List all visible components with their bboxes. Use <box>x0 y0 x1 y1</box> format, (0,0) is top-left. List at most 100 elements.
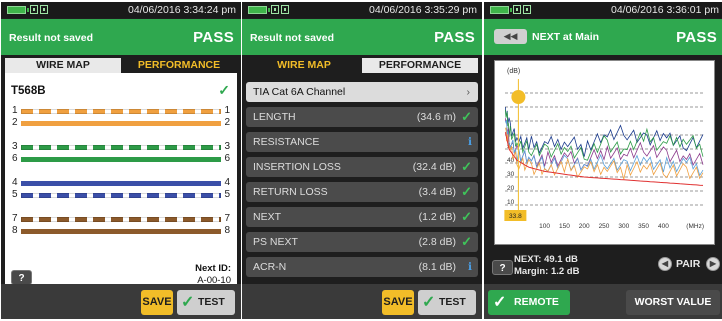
tab-performance[interactable]: PERFORMANCE <box>362 58 478 73</box>
pin-number-right: 6 <box>224 153 230 164</box>
pair-control: ◀ PAIR ▶ <box>658 257 720 273</box>
help-button[interactable]: ? <box>492 260 513 275</box>
next-label: NEXT: <box>514 254 542 265</box>
wire-line <box>21 229 221 234</box>
result-header: Result not saved PASS <box>1 19 241 55</box>
result-header: Result not saved PASS <box>242 19 482 55</box>
battery-icon <box>248 6 270 14</box>
pin-number-left: 8 <box>12 225 18 236</box>
y-tick-label: 10 <box>507 199 515 206</box>
result-row[interactable]: NEXT (1.2 dB) ✓ <box>246 207 478 227</box>
result-value: (3.4 dB) <box>418 186 456 198</box>
result-row[interactable]: INSERTION LOSS (32.4 dB) ✓ <box>246 157 478 177</box>
chevron-right-icon: › <box>466 86 471 98</box>
test-button[interactable]: ✓ TEST <box>177 290 235 315</box>
worst-value-button[interactable]: WORST VALUE <box>626 290 720 315</box>
network-icon <box>40 5 48 14</box>
tab-wire-map[interactable]: WIRE MAP <box>246 58 362 73</box>
back-button[interactable]: ◀◀ <box>494 29 527 44</box>
y-tick-label: 30 <box>507 171 515 178</box>
result-label: LENGTH <box>253 111 296 123</box>
status-bar: 04/06/2016 3:34:24 pm <box>1 2 241 18</box>
tab-performance[interactable]: PERFORMANCE <box>121 58 237 73</box>
pin-number-left: 7 <box>12 213 18 224</box>
wire-pair-row: 33 <box>5 141 237 152</box>
pin-number-right: 3 <box>224 141 230 152</box>
pair-next-button[interactable]: ▶ <box>706 257 720 271</box>
result-label: ACR-N <box>253 261 287 273</box>
result-row[interactable]: RETURN LOSS (3.4 dB) ✓ <box>246 182 478 202</box>
result-value: (2.8 dB) <box>418 236 456 248</box>
next-graph-screen: 04/06/2016 3:36:01 pm PASS ◀◀ NEXT at Ma… <box>484 2 722 319</box>
battery-icon <box>7 6 29 14</box>
wire-line <box>21 217 221 222</box>
check-icon: ✓ <box>461 184 472 199</box>
x-tick-label: 400 <box>658 223 669 230</box>
next-value: 49.1 dB <box>544 254 578 265</box>
result-row[interactable]: PS NEXT (2.8 dB) ✓ <box>246 232 478 252</box>
wire-line <box>21 181 221 186</box>
remote-button[interactable]: ✓ REMOTE <box>488 290 570 315</box>
check-icon: ✓ <box>218 82 230 98</box>
wire-pair-row: 22 <box>5 117 237 128</box>
result-label: NEXT <box>253 211 282 223</box>
pair-previous-button[interactable]: ◀ <box>658 257 672 271</box>
status-bar: 04/06/2016 3:36:01 pm <box>484 2 722 18</box>
result-label: PS NEXT <box>253 236 298 248</box>
wire-pair-row: 44 <box>5 177 237 188</box>
bottom-toolbar: SAVE ✓ TEST <box>1 284 241 319</box>
wire-pair-row: 77 <box>5 213 237 224</box>
pin-number-right: 5 <box>224 189 230 200</box>
network-icon <box>513 5 521 14</box>
help-button[interactable]: ? <box>11 270 32 285</box>
x-tick-label: 350 <box>638 223 649 230</box>
wiring-standard: T568B <box>11 85 46 97</box>
result-pass: PASS <box>434 29 475 46</box>
tab-wire-map[interactable]: WIRE MAP <box>5 58 121 73</box>
result-value: (32.4 dB) <box>412 161 456 173</box>
x-axis-label: (MHz) <box>686 223 704 230</box>
network-icon <box>271 5 279 14</box>
x-tick-label: 100 <box>539 223 550 230</box>
result-label: INSERTION LOSS <box>253 161 341 173</box>
wire-line <box>21 157 221 162</box>
result-row[interactable]: LENGTH (34.6 m) ✓ <box>246 107 478 127</box>
limit-selector[interactable]: TIA Cat 6A Channel › <box>246 82 478 102</box>
wire-pair-row: 88 <box>5 225 237 236</box>
pin-number-left: 3 <box>12 141 18 152</box>
result-label: RETURN LOSS <box>253 186 328 198</box>
wiremap-screen: 04/06/2016 3:34:24 pm Result not saved P… <box>1 2 241 319</box>
result-row[interactable]: RESISTANCE i <box>246 132 478 152</box>
cursor-handle <box>511 90 526 104</box>
test-button[interactable]: ✓ TEST <box>418 290 476 315</box>
info-icon: i <box>468 136 472 148</box>
x-tick-label: 200 <box>579 223 590 230</box>
wire-line <box>21 109 221 114</box>
datetime: 04/06/2016 3:35:29 pm <box>368 4 477 16</box>
save-status: Result not saved <box>9 32 94 44</box>
pin-number-right: 2 <box>224 117 230 128</box>
x-tick-label: 150 <box>559 223 570 230</box>
bottom-toolbar: SAVE ✓ TEST <box>242 284 482 319</box>
check-icon: ✓ <box>493 294 507 311</box>
pin-number-left: 5 <box>12 189 18 200</box>
save-button[interactable]: SAVE <box>382 290 414 315</box>
check-icon: ✓ <box>461 159 472 174</box>
performance-screen: 04/06/2016 3:35:29 pm Result not saved P… <box>242 2 482 319</box>
battery-icon <box>490 6 512 14</box>
cursor-value-label: 33.8 <box>509 213 522 220</box>
graph-title: NEXT at Main <box>532 31 600 43</box>
network-icon <box>281 5 289 14</box>
result-value: (8.1 dB) <box>418 261 456 273</box>
pin-number-right: 4 <box>224 177 230 188</box>
pin-number-left: 1 <box>12 105 18 116</box>
wire-map: T568B ✓ 1122336644557788 ? Next ID: A-00… <box>5 73 237 286</box>
back-arrow-icon: ◀◀ <box>503 31 518 41</box>
save-button[interactable]: SAVE <box>141 290 173 315</box>
wire-line <box>21 145 221 150</box>
network-icon <box>523 5 531 14</box>
y-axis-label: (dB) <box>507 68 520 75</box>
wire-line <box>21 193 221 198</box>
check-icon: ✓ <box>461 234 472 249</box>
result-row[interactable]: ACR-N (8.1 dB) i <box>246 257 478 277</box>
